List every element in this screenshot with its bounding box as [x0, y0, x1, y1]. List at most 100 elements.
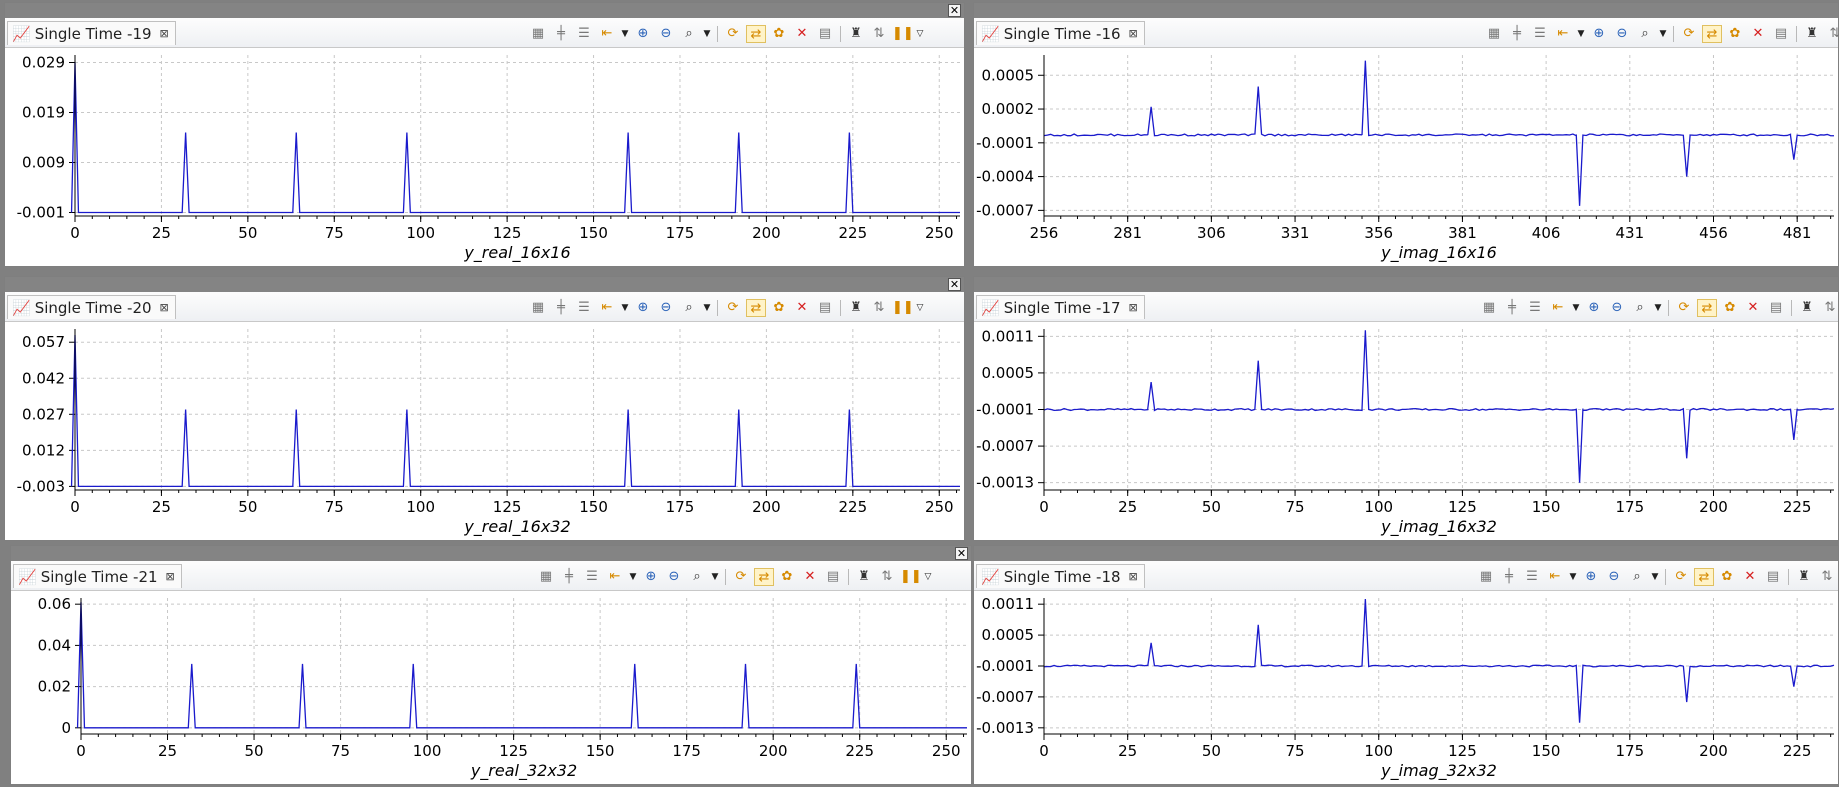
toolbar-dropdown-icon[interactable]: ▼ [1568, 568, 1578, 586]
zoom-in-icon[interactable]: ⊕ [1589, 25, 1609, 43]
toolbar-fit-icon[interactable]: ⇤ [1545, 568, 1565, 586]
view-menu-icon[interactable]: ▽ [915, 25, 925, 43]
zoom-in-icon[interactable]: ⊕ [633, 25, 653, 43]
toolbar-split-icon[interactable]: ╪ [551, 25, 571, 43]
pause-icon[interactable]: ❚❚ [892, 25, 914, 43]
zoom-in-icon[interactable]: ⊕ [1584, 299, 1604, 317]
toolbar-split-icon[interactable]: ╪ [1502, 299, 1522, 317]
find-icon[interactable]: ♜ [1794, 568, 1814, 586]
properties-icon[interactable]: ▤ [1766, 299, 1786, 317]
find-icon[interactable]: ♜ [846, 25, 866, 43]
tab-single-time-17[interactable]: 📈 Single Time -17 ⊠ [976, 295, 1145, 319]
refresh-icon[interactable]: ⟳ [1674, 299, 1694, 317]
zoom-box-icon[interactable]: ⌕ [1630, 299, 1650, 317]
find-icon[interactable]: ♜ [846, 299, 866, 317]
clear-icon[interactable]: ✕ [792, 299, 812, 317]
tab-single-time-18[interactable]: 📈 Single Time -18 ⊠ [976, 564, 1145, 588]
properties-icon[interactable]: ▤ [1771, 25, 1791, 43]
zoom-out-icon[interactable]: ⊖ [1612, 25, 1632, 43]
toolbar-dropdown-icon[interactable]: ▼ [1571, 299, 1581, 317]
toolbar-split-icon[interactable]: ╪ [551, 299, 571, 317]
toolbar-fit-icon[interactable]: ⇤ [1548, 299, 1568, 317]
close-panel-button[interactable]: ✕ [955, 547, 968, 560]
properties-icon[interactable]: ▤ [823, 568, 843, 586]
clear-icon[interactable]: ✕ [792, 25, 812, 43]
auto-scale-icon[interactable]: ✿ [1717, 568, 1737, 586]
toolbar-layout-icon[interactable]: ▦ [1484, 25, 1504, 43]
zoom-in-icon[interactable]: ⊕ [1581, 568, 1601, 586]
scroll-icon[interactable]: ⇅ [869, 299, 889, 317]
zoom-box-icon[interactable]: ⌕ [1627, 568, 1647, 586]
toolbar-layout-icon[interactable]: ▦ [1479, 299, 1499, 317]
zoom-box-icon[interactable]: ⌕ [679, 299, 699, 317]
toolbar-dropdown-icon[interactable]: ▼ [628, 568, 638, 586]
toolbar-list-icon[interactable]: ☰ [574, 25, 594, 43]
zoom-dropdown-icon[interactable]: ▼ [1650, 568, 1660, 586]
sync-icon[interactable]: ⇄ [746, 25, 766, 43]
toolbar-fit-icon[interactable]: ⇤ [605, 568, 625, 586]
toolbar-layout-icon[interactable]: ▦ [536, 568, 556, 586]
toolbar-layout-icon[interactable]: ▦ [528, 25, 548, 43]
auto-scale-icon[interactable]: ✿ [777, 568, 797, 586]
zoom-dropdown-icon[interactable]: ▼ [710, 568, 720, 586]
toolbar-list-icon[interactable]: ☰ [582, 568, 602, 586]
toolbar-layout-icon[interactable]: ▦ [528, 299, 548, 317]
scroll-icon[interactable]: ⇅ [1817, 568, 1837, 586]
auto-scale-icon[interactable]: ✿ [769, 299, 789, 317]
zoom-in-icon[interactable]: ⊕ [641, 568, 661, 586]
sync-icon[interactable]: ⇄ [754, 568, 774, 586]
view-menu-icon[interactable]: ▽ [915, 299, 925, 317]
clear-icon[interactable]: ✕ [1740, 568, 1760, 586]
refresh-icon[interactable]: ⟳ [723, 299, 743, 317]
zoom-out-icon[interactable]: ⊖ [1607, 299, 1627, 317]
properties-icon[interactable]: ▤ [815, 25, 835, 43]
find-icon[interactable]: ♜ [1802, 25, 1822, 43]
zoom-out-icon[interactable]: ⊖ [1604, 568, 1624, 586]
find-icon[interactable]: ♜ [1797, 299, 1817, 317]
sync-icon[interactable]: ⇄ [746, 299, 766, 317]
toolbar-dropdown-icon[interactable]: ▼ [1576, 25, 1586, 43]
tab-single-time-16[interactable]: 📈 Single Time -16 ⊠ [976, 21, 1145, 45]
view-menu-icon[interactable]: ▽ [923, 568, 933, 586]
clear-icon[interactable]: ✕ [1748, 25, 1768, 43]
close-panel-button[interactable]: ✕ [948, 4, 961, 17]
auto-scale-icon[interactable]: ✿ [1720, 299, 1740, 317]
toolbar-split-icon[interactable]: ╪ [559, 568, 579, 586]
scroll-icon[interactable]: ⇅ [1820, 299, 1839, 317]
toolbar-fit-icon[interactable]: ⇤ [597, 25, 617, 43]
scroll-icon[interactable]: ⇅ [877, 568, 897, 586]
find-icon[interactable]: ♜ [854, 568, 874, 586]
zoom-box-icon[interactable]: ⌕ [687, 568, 707, 586]
tab-single-time-20[interactable]: 📈 Single Time -20 ⊠ [7, 295, 176, 319]
zoom-dropdown-icon[interactable]: ▼ [702, 299, 712, 317]
sync-icon[interactable]: ⇄ [1694, 568, 1714, 586]
refresh-icon[interactable]: ⟳ [723, 25, 743, 43]
pause-icon[interactable]: ❚❚ [900, 568, 922, 586]
refresh-icon[interactable]: ⟳ [1671, 568, 1691, 586]
tab-close-icon[interactable]: ⊠ [166, 570, 175, 583]
close-panel-button[interactable]: ✕ [948, 278, 961, 291]
zoom-out-icon[interactable]: ⊖ [664, 568, 684, 586]
zoom-dropdown-icon[interactable]: ▼ [702, 25, 712, 43]
toolbar-list-icon[interactable]: ☰ [1530, 25, 1550, 43]
tab-close-icon[interactable]: ⊠ [1129, 301, 1138, 314]
zoom-out-icon[interactable]: ⊖ [656, 299, 676, 317]
auto-scale-icon[interactable]: ✿ [1725, 25, 1745, 43]
tab-close-icon[interactable]: ⊠ [1129, 570, 1138, 583]
toolbar-fit-icon[interactable]: ⇤ [1553, 25, 1573, 43]
toolbar-fit-icon[interactable]: ⇤ [597, 299, 617, 317]
tab-single-time-21[interactable]: 📈 Single Time -21 ⊠ [13, 564, 182, 588]
auto-scale-icon[interactable]: ✿ [769, 25, 789, 43]
scroll-icon[interactable]: ⇅ [869, 25, 889, 43]
sync-icon[interactable]: ⇄ [1697, 299, 1717, 317]
refresh-icon[interactable]: ⟳ [1679, 25, 1699, 43]
properties-icon[interactable]: ▤ [815, 299, 835, 317]
refresh-icon[interactable]: ⟳ [731, 568, 751, 586]
zoom-box-icon[interactable]: ⌕ [679, 25, 699, 43]
zoom-box-icon[interactable]: ⌕ [1635, 25, 1655, 43]
tab-close-icon[interactable]: ⊠ [160, 27, 169, 40]
toolbar-layout-icon[interactable]: ▦ [1476, 568, 1496, 586]
tab-close-icon[interactable]: ⊠ [160, 301, 169, 314]
zoom-in-icon[interactable]: ⊕ [633, 299, 653, 317]
toolbar-list-icon[interactable]: ☰ [574, 299, 594, 317]
